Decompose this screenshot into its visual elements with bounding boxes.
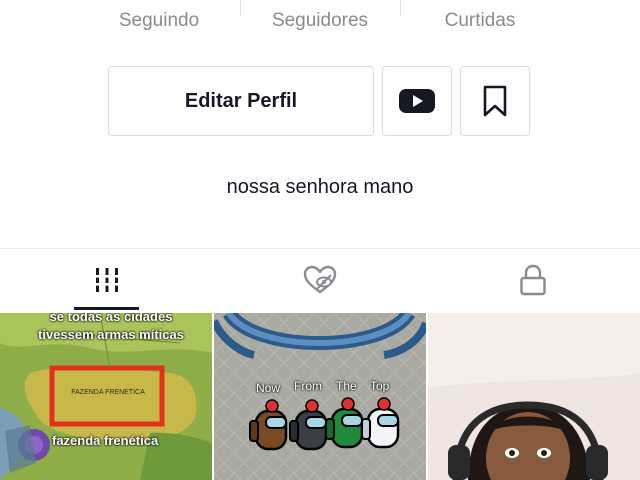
edit-profile-label: Editar Perfil bbox=[184, 89, 298, 112]
following-label: Seguindo bbox=[118, 10, 200, 31]
video-thumbnail[interactable] bbox=[428, 313, 640, 480]
video-thumbnail[interactable]: se todas as cidades tivessem armas mític… bbox=[0, 313, 212, 480]
crewmate-name: The bbox=[336, 379, 357, 393]
tab-liked[interactable] bbox=[213, 249, 426, 311]
followers-stat[interactable]: Seguidores bbox=[255, 10, 385, 32]
profile-bio: nossa senhora mano bbox=[226, 176, 414, 198]
active-tab-indicator bbox=[74, 307, 139, 310]
youtube-button[interactable] bbox=[382, 66, 452, 136]
profile-tabs bbox=[0, 249, 640, 311]
likes-stat[interactable]: Curtidas bbox=[420, 10, 540, 32]
bookmark-button[interactable] bbox=[460, 66, 530, 136]
profile-stats: Seguindo Seguidores Curtidas bbox=[0, 0, 640, 44]
likes-label: Curtidas bbox=[444, 10, 516, 31]
hidden-heart-icon bbox=[303, 265, 336, 294]
video-grid: se todas as cidades tivessem armas mític… bbox=[0, 313, 640, 480]
tab-private[interactable] bbox=[426, 249, 639, 311]
stat-divider bbox=[240, 0, 241, 16]
stat-divider bbox=[400, 0, 401, 16]
youtube-icon bbox=[399, 89, 435, 113]
following-stat[interactable]: Seguindo bbox=[100, 10, 218, 32]
followers-label: Seguidores bbox=[271, 10, 369, 31]
among-us-thumbnail bbox=[214, 313, 426, 480]
crewmate-name: Now bbox=[256, 381, 281, 395]
bookmark-icon bbox=[483, 85, 507, 117]
video-map-label: FAZENDA FRENETICA bbox=[71, 389, 145, 396]
edit-profile-button[interactable]: Editar Perfil bbox=[108, 66, 374, 136]
lock-icon bbox=[519, 264, 546, 296]
tab-videos[interactable] bbox=[0, 249, 213, 311]
video-thumbnail[interactable]: Now From The Top bbox=[214, 313, 426, 480]
video-caption-top: se todas as cidades tivessem armas mític… bbox=[38, 313, 184, 342]
grid-icon bbox=[93, 268, 120, 292]
crewmate-name: Top bbox=[370, 379, 390, 393]
selfie-thumbnail bbox=[428, 313, 640, 480]
video-caption-bottom: fazenda frenética bbox=[52, 433, 159, 448]
crewmate-name: From bbox=[294, 379, 322, 393]
